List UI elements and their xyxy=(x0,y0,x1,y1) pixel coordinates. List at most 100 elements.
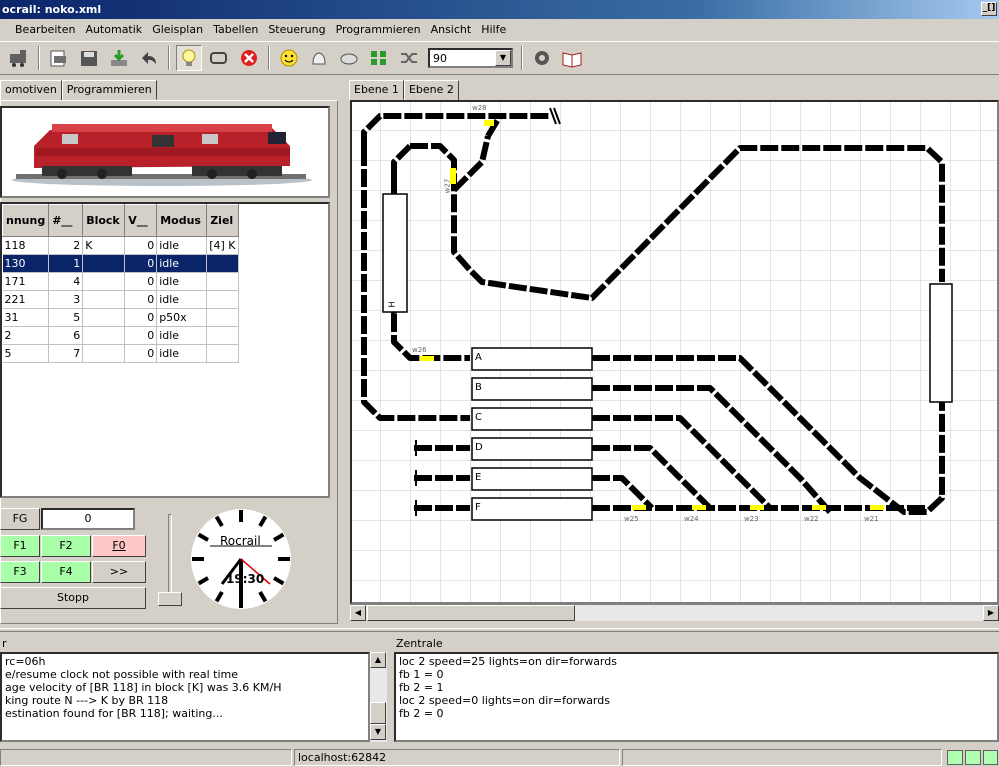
block-c-label: C xyxy=(475,412,482,423)
grid-icon[interactable] xyxy=(366,45,392,71)
block-vertical[interactable] xyxy=(929,283,953,403)
minimize-button[interactable]: _[] xyxy=(981,2,997,16)
stop-icon[interactable] xyxy=(236,45,262,71)
sensor-marker xyxy=(484,120,494,126)
scroll-up-icon[interactable]: ▲ xyxy=(370,652,386,668)
cell-velocity: 0 xyxy=(124,290,158,309)
loop-icon[interactable] xyxy=(206,45,232,71)
lightbulb-icon[interactable] xyxy=(176,45,202,71)
block-c[interactable] xyxy=(471,407,593,431)
speed-slider-thumb[interactable] xyxy=(158,592,182,606)
scroll-thumb[interactable] xyxy=(367,605,575,621)
download-icon[interactable] xyxy=(106,45,132,71)
block-b[interactable] xyxy=(471,377,593,401)
smiley-icon[interactable] xyxy=(276,45,302,71)
shuffle-icon[interactable] xyxy=(396,45,422,71)
toolbar-separator xyxy=(38,46,40,70)
locomotive-edit-icon[interactable] xyxy=(46,45,72,71)
f2-button[interactable]: F2 xyxy=(41,535,91,557)
cell-destination xyxy=(206,326,240,345)
speed-combo[interactable]: 90 ▼ xyxy=(428,48,513,68)
sensor-marker xyxy=(420,356,434,361)
cell-name: 130 xyxy=(2,254,50,273)
menu-programmieren[interactable]: Programmieren xyxy=(331,23,426,36)
table-row[interactable]: 118 2 K 0 idle [4] K xyxy=(2,236,240,255)
server-log[interactable]: rc=06h e/resume clock not possible with … xyxy=(0,652,370,742)
fg-button[interactable]: FG xyxy=(0,508,40,530)
plan-tab-strip: Ebene 1 Ebene 2 xyxy=(349,80,459,101)
tab-ebene-2[interactable]: Ebene 2 xyxy=(403,80,459,101)
cell-name: 171 xyxy=(2,272,50,291)
table-row[interactable]: 31 5 0 p50x xyxy=(2,308,240,327)
speed-field[interactable]: 0 xyxy=(41,508,135,530)
scroll-right-icon[interactable]: ▶ xyxy=(983,605,999,621)
table-row[interactable]: 221 3 0 idle xyxy=(2,290,240,309)
stop-button[interactable]: Stopp xyxy=(0,587,146,609)
status-host: localhost:62842 xyxy=(294,749,620,766)
column-header-block[interactable]: Block xyxy=(82,204,126,237)
column-header-velocity[interactable]: V__ xyxy=(124,204,158,237)
clock: Rocrail 19:30 xyxy=(188,506,294,612)
block-e[interactable] xyxy=(471,467,593,491)
block-e-label: E xyxy=(475,472,482,483)
column-header-address[interactable]: #__ xyxy=(48,204,84,237)
table-row[interactable]: 130 1 0 idle xyxy=(2,254,240,273)
track-plan[interactable]: A B C D E F H w28 w27 w26 w25 w24 w23 w2… xyxy=(350,100,999,604)
toolbar-separator xyxy=(268,46,270,70)
f1-button[interactable]: F1 xyxy=(0,535,40,557)
table-row[interactable]: 171 4 0 idle xyxy=(2,272,240,291)
menu-automatik[interactable]: Automatik xyxy=(80,23,147,36)
block-d[interactable] xyxy=(471,437,593,461)
chevron-down-icon[interactable]: ▼ xyxy=(495,50,511,66)
central-log[interactable]: loc 2 speed=25 lights=on dir=forwards fb… xyxy=(394,652,999,742)
f0-button[interactable]: F0 xyxy=(92,535,146,557)
menu-steuerung[interactable]: Steuerung xyxy=(263,23,330,36)
block-a[interactable] xyxy=(471,347,593,371)
bell-icon[interactable] xyxy=(306,45,332,71)
column-header-name[interactable]: nnung xyxy=(2,204,50,237)
tab-programmieren[interactable]: Programmieren xyxy=(61,80,157,100)
menu-hilfe[interactable]: Hilfe xyxy=(476,23,511,36)
locomotive-icon[interactable] xyxy=(6,45,32,71)
cell-address: 6 xyxy=(48,326,84,345)
speed-slider-track[interactable] xyxy=(168,514,172,598)
scroll-thumb[interactable] xyxy=(370,702,386,724)
cell-block: K xyxy=(82,236,126,255)
column-header-destination[interactable]: Ziel xyxy=(206,204,240,237)
f4-button[interactable]: F4 xyxy=(41,561,91,583)
block-f[interactable] xyxy=(471,497,593,521)
menu-ansicht[interactable]: Ansicht xyxy=(426,23,477,36)
status-bar: localhost:62842 xyxy=(0,748,999,767)
menu-gleisplan[interactable]: Gleisplan xyxy=(147,23,208,36)
cell-mode: idle xyxy=(156,290,208,309)
plan-horizontal-scrollbar[interactable]: ◀ ▶ xyxy=(350,604,999,621)
scroll-left-icon[interactable]: ◀ xyxy=(350,605,366,621)
table-row[interactable]: 5 7 0 idle xyxy=(2,344,240,363)
book-icon[interactable] xyxy=(559,45,585,71)
block-h[interactable] xyxy=(382,193,408,313)
splitter[interactable] xyxy=(0,628,999,632)
server-log-scrollbar[interactable]: ▲ ▼ xyxy=(370,652,387,742)
undo-icon[interactable] xyxy=(136,45,162,71)
column-header-mode[interactable]: Modus xyxy=(156,204,208,237)
more-functions-button[interactable]: >> xyxy=(92,561,146,583)
table-row[interactable]: 2 6 0 idle xyxy=(2,326,240,345)
status-led xyxy=(947,750,963,765)
cloud-icon[interactable] xyxy=(336,45,362,71)
log-line: estination found for [BR 118]; waiting..… xyxy=(5,707,223,720)
log-line: king route N ---> K by BR 118 xyxy=(5,694,169,707)
tab-lokomotiven[interactable]: omotiven xyxy=(0,80,62,101)
cell-name: 31 xyxy=(2,308,50,327)
gear-icon[interactable] xyxy=(529,45,555,71)
log-line: fb 2 = 1 xyxy=(399,681,444,694)
menu-tabellen[interactable]: Tabellen xyxy=(208,23,263,36)
menu-bearbeiten[interactable]: Bearbeiten xyxy=(10,23,80,36)
save-icon[interactable] xyxy=(76,45,102,71)
block-h-label: H xyxy=(387,301,397,308)
cell-velocity: 0 xyxy=(124,272,158,291)
tab-ebene-1[interactable]: Ebene 1 xyxy=(349,80,404,100)
f3-button[interactable]: F3 xyxy=(0,561,40,583)
cell-mode: p50x xyxy=(156,308,208,327)
scroll-down-icon[interactable]: ▼ xyxy=(370,724,386,740)
title-bar: ocrail: noko.xml _[] xyxy=(0,0,999,19)
